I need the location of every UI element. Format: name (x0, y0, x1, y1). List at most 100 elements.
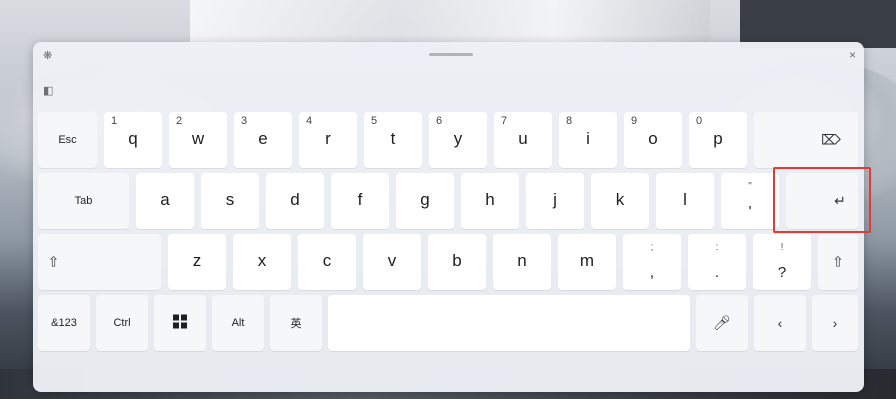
key-enter[interactable]: ↵ (786, 173, 858, 229)
key-i[interactable]: 8 i (559, 112, 617, 168)
drag-handle[interactable] (429, 53, 473, 56)
key-windows[interactable] (154, 295, 206, 351)
key-secondary-label: ! (780, 242, 784, 253)
key-symbols[interactable]: &123 (38, 295, 90, 351)
key-label: v (387, 251, 397, 270)
key-e[interactable]: 3 e (234, 112, 292, 168)
key-f[interactable]: f (331, 173, 389, 229)
key-y[interactable]: 6 y (429, 112, 487, 168)
key-esc[interactable]: Esc (38, 112, 97, 168)
key-right[interactable]: › (812, 295, 858, 351)
key-k[interactable]: k (591, 173, 649, 229)
key-t[interactable]: 5 t (364, 112, 422, 168)
close-icon[interactable]: × (849, 49, 856, 61)
key-tab-label: Tab (74, 195, 93, 207)
enter-icon: ↵ (834, 192, 846, 209)
key-j[interactable]: j (526, 173, 584, 229)
background-shadow (740, 0, 896, 48)
key-esc-label: Esc (58, 134, 77, 146)
key-label: ' (748, 203, 752, 220)
shift-icon: ⇧ (47, 253, 60, 270)
shift-icon: ⇧ (832, 253, 844, 270)
key-microphone[interactable]: 🎤︎ (696, 295, 748, 351)
key-period[interactable]: : . (688, 234, 746, 290)
key-d[interactable]: d (266, 173, 324, 229)
key-u[interactable]: 7 u (494, 112, 552, 168)
key-g[interactable]: g (396, 173, 454, 229)
key-label: z (192, 251, 202, 270)
key-ctrl[interactable]: Ctrl (96, 295, 148, 351)
key-label: t (390, 129, 396, 148)
key-language[interactable]: 英 (270, 295, 322, 351)
key-o[interactable]: 9 o (624, 112, 682, 168)
key-alt[interactable]: Alt (212, 295, 264, 351)
key-label: o (648, 129, 658, 148)
key-secondary-label: 5 (371, 115, 378, 127)
clipboard-icon[interactable]: ◧ (43, 86, 53, 97)
key-secondary-label: 2 (176, 115, 183, 127)
key-backspace[interactable]: ⌦ (754, 112, 858, 168)
key-s[interactable]: s (201, 173, 259, 229)
chevron-right-icon: › (832, 315, 838, 331)
microphone-icon: 🎤︎ (713, 314, 731, 331)
key-secondary-label: 0 (696, 115, 703, 127)
key-secondary-label: 7 (501, 115, 508, 127)
key-m[interactable]: m (558, 234, 616, 290)
key-p[interactable]: 0 p (689, 112, 747, 168)
key-z[interactable]: z (168, 234, 226, 290)
key-language-label: 英 (290, 318, 302, 330)
key-n[interactable]: n (493, 234, 551, 290)
key-w[interactable]: 2 w (169, 112, 227, 168)
key-label: h (485, 190, 495, 209)
key-secondary-label: 9 (631, 115, 638, 127)
key-label: i (586, 129, 590, 148)
key-label: a (160, 190, 170, 209)
key-label: p (713, 129, 723, 148)
key-shift-left[interactable]: ⇧ (38, 234, 161, 290)
key-secondary-label: ; (650, 242, 654, 253)
key-secondary-label: " (748, 181, 752, 192)
key-label: , (649, 264, 655, 281)
key-label: x (257, 251, 267, 270)
key-label: y (453, 129, 463, 148)
key-label: c (322, 251, 332, 270)
key-label: d (290, 190, 300, 209)
key-apostrophe[interactable]: " ' (721, 173, 779, 229)
key-q[interactable]: 1 q (104, 112, 162, 168)
key-secondary-label: 4 (306, 115, 313, 127)
key-secondary-label: 8 (566, 115, 573, 127)
key-label: l (683, 190, 687, 209)
key-label: u (518, 129, 528, 148)
windows-icon (154, 314, 206, 332)
key-label: j (553, 190, 557, 209)
key-ctrl-label: Ctrl (113, 317, 131, 329)
key-left[interactable]: ‹ (754, 295, 806, 351)
key-alt-label: Alt (231, 317, 245, 329)
chevron-left-icon: ‹ (777, 315, 783, 331)
key-label: e (258, 129, 268, 148)
key-v[interactable]: v (363, 234, 421, 290)
key-c[interactable]: c (298, 234, 356, 290)
key-label: r (325, 129, 331, 148)
backspace-icon: ⌦ (821, 131, 841, 148)
settings-icon[interactable]: ❋ (43, 51, 52, 62)
key-secondary-label: 1 (111, 115, 118, 127)
key-shift-right[interactable]: ⇧ (818, 234, 858, 290)
key-question[interactable]: ! ? (753, 234, 811, 290)
key-a[interactable]: a (136, 173, 194, 229)
key-r[interactable]: 4 r (299, 112, 357, 168)
key-label: q (128, 129, 138, 148)
key-x[interactable]: x (233, 234, 291, 290)
key-label: m (579, 251, 595, 270)
key-label: ? (777, 264, 787, 281)
key-label: f (357, 190, 363, 209)
key-b[interactable]: b (428, 234, 486, 290)
key-tab[interactable]: Tab (38, 173, 129, 229)
key-h[interactable]: h (461, 173, 519, 229)
key-comma[interactable]: ; , (623, 234, 681, 290)
key-label: k (615, 190, 625, 209)
key-space[interactable] (328, 295, 690, 351)
key-label: s (225, 190, 235, 209)
key-l[interactable]: l (656, 173, 714, 229)
key-secondary-label: 3 (241, 115, 248, 127)
